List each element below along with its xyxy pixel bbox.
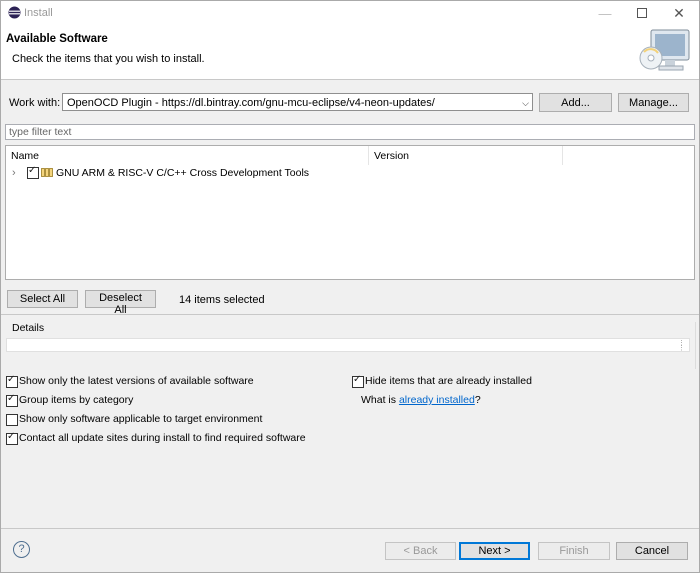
manage-sites-button[interactable]: Manage... — [618, 93, 689, 112]
selection-status: 14 items selected — [179, 294, 265, 306]
next-button[interactable]: Next > — [459, 542, 530, 560]
minimize-icon: — — [598, 5, 612, 21]
select-all-button[interactable]: Select All — [7, 290, 78, 308]
details-text-area[interactable]: ⋮ ⋮ — [6, 338, 690, 352]
contact-sites-checkbox[interactable] — [6, 431, 18, 445]
eclipse-icon — [8, 6, 21, 19]
install-dialog: Install — ✕ Available Software Check the… — [0, 0, 700, 573]
finish-button[interactable]: Finish — [538, 542, 610, 560]
resize-grip-icon[interactable]: ⋮ ⋮ — [678, 340, 685, 352]
close-button[interactable]: ✕ — [661, 1, 697, 25]
cancel-button[interactable]: Cancel — [616, 542, 688, 560]
already-installed-link[interactable]: already installed — [399, 394, 475, 406]
page-title: Available Software — [6, 33, 108, 45]
what-is-suffix: ? — [474, 394, 481, 406]
tree-row[interactable]: › GNU ARM & RISC-V C/C++ Cross Developme… — [6, 165, 692, 181]
column-separator — [562, 146, 563, 165]
install-wizard-icon — [639, 29, 690, 71]
maximize-icon — [637, 8, 647, 18]
details-border — [695, 322, 696, 369]
header-banner: Available Software Check the items that … — [1, 25, 699, 80]
title-bar: Install — ✕ — [1, 1, 699, 25]
back-button[interactable]: < Back — [385, 542, 456, 560]
close-icon: ✕ — [673, 4, 685, 21]
window-title: Install — [24, 7, 53, 19]
details-label: Details — [12, 322, 45, 334]
add-site-button[interactable]: Add... — [539, 93, 612, 112]
work-with-combo[interactable]: OpenOCD Plugin - https://dl.bintray.com/… — [62, 93, 533, 111]
filter-input[interactable]: type filter text — [5, 124, 695, 140]
footer-divider — [1, 528, 699, 529]
hide-installed-checkbox[interactable] — [352, 374, 364, 388]
page-description: Check the items that you wish to install… — [12, 53, 205, 65]
group-by-category-checkbox[interactable] — [6, 393, 18, 407]
item-label: GNU ARM & RISC-V C/C++ Cross Development… — [56, 167, 310, 179]
target-environment-label[interactable]: Show only software applicable to target … — [19, 413, 262, 425]
maximize-button[interactable] — [624, 1, 660, 25]
item-checkbox[interactable] — [27, 165, 39, 179]
chevron-right-icon[interactable]: › — [12, 167, 16, 179]
deselect-all-button[interactable]: Deselect All — [85, 290, 156, 316]
work-with-value: OpenOCD Plugin - https://dl.bintray.com/… — [67, 97, 435, 109]
minimize-button[interactable]: — — [587, 1, 623, 25]
software-tree[interactable]: Name Version › GNU ARM & RISC-V C/C++ Cr… — [5, 145, 695, 280]
column-header-name[interactable]: Name — [6, 146, 368, 165]
what-is-prefix: What is — [361, 394, 399, 406]
group-by-category-label[interactable]: Group items by category — [19, 394, 133, 406]
contact-sites-label[interactable]: Contact all update sites during install … — [19, 432, 306, 444]
already-installed-hint: What is already installed? — [361, 394, 481, 406]
category-icon — [41, 168, 53, 177]
latest-versions-label[interactable]: Show only the latest versions of availab… — [19, 375, 254, 387]
work-with-label: Work with: — [9, 97, 61, 109]
column-header-version[interactable]: Version — [369, 146, 562, 165]
latest-versions-checkbox[interactable] — [6, 374, 18, 388]
details-divider — [1, 314, 699, 315]
target-environment-checkbox[interactable] — [6, 414, 18, 426]
hide-installed-label[interactable]: Hide items that are already installed — [365, 375, 532, 387]
help-icon[interactable]: ? — [13, 541, 30, 558]
chevron-down-icon[interactable]: ⌵ — [522, 94, 529, 112]
